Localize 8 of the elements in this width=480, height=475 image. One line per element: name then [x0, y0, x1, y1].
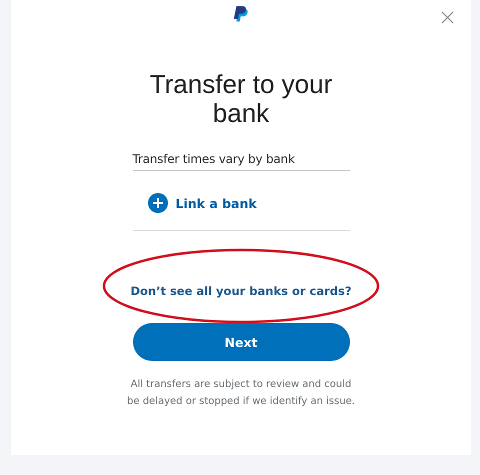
- link-bank-button[interactable]: Link a bank: [148, 193, 257, 213]
- help-link[interactable]: Don’t see all your banks or cards?: [130, 284, 352, 301]
- disclaimer-text: All transfers are subject to review and could be delayed or stopped if we identify an issue.: [126, 378, 356, 409]
- subtitle-text: Transfer times vary by bank: [132, 152, 350, 171]
- dialog-title: Transfer to your bank: [148, 70, 334, 128]
- plus-icon: [148, 193, 168, 213]
- next-button[interactable]: Next: [132, 323, 350, 361]
- close-button[interactable]: [441, 11, 454, 24]
